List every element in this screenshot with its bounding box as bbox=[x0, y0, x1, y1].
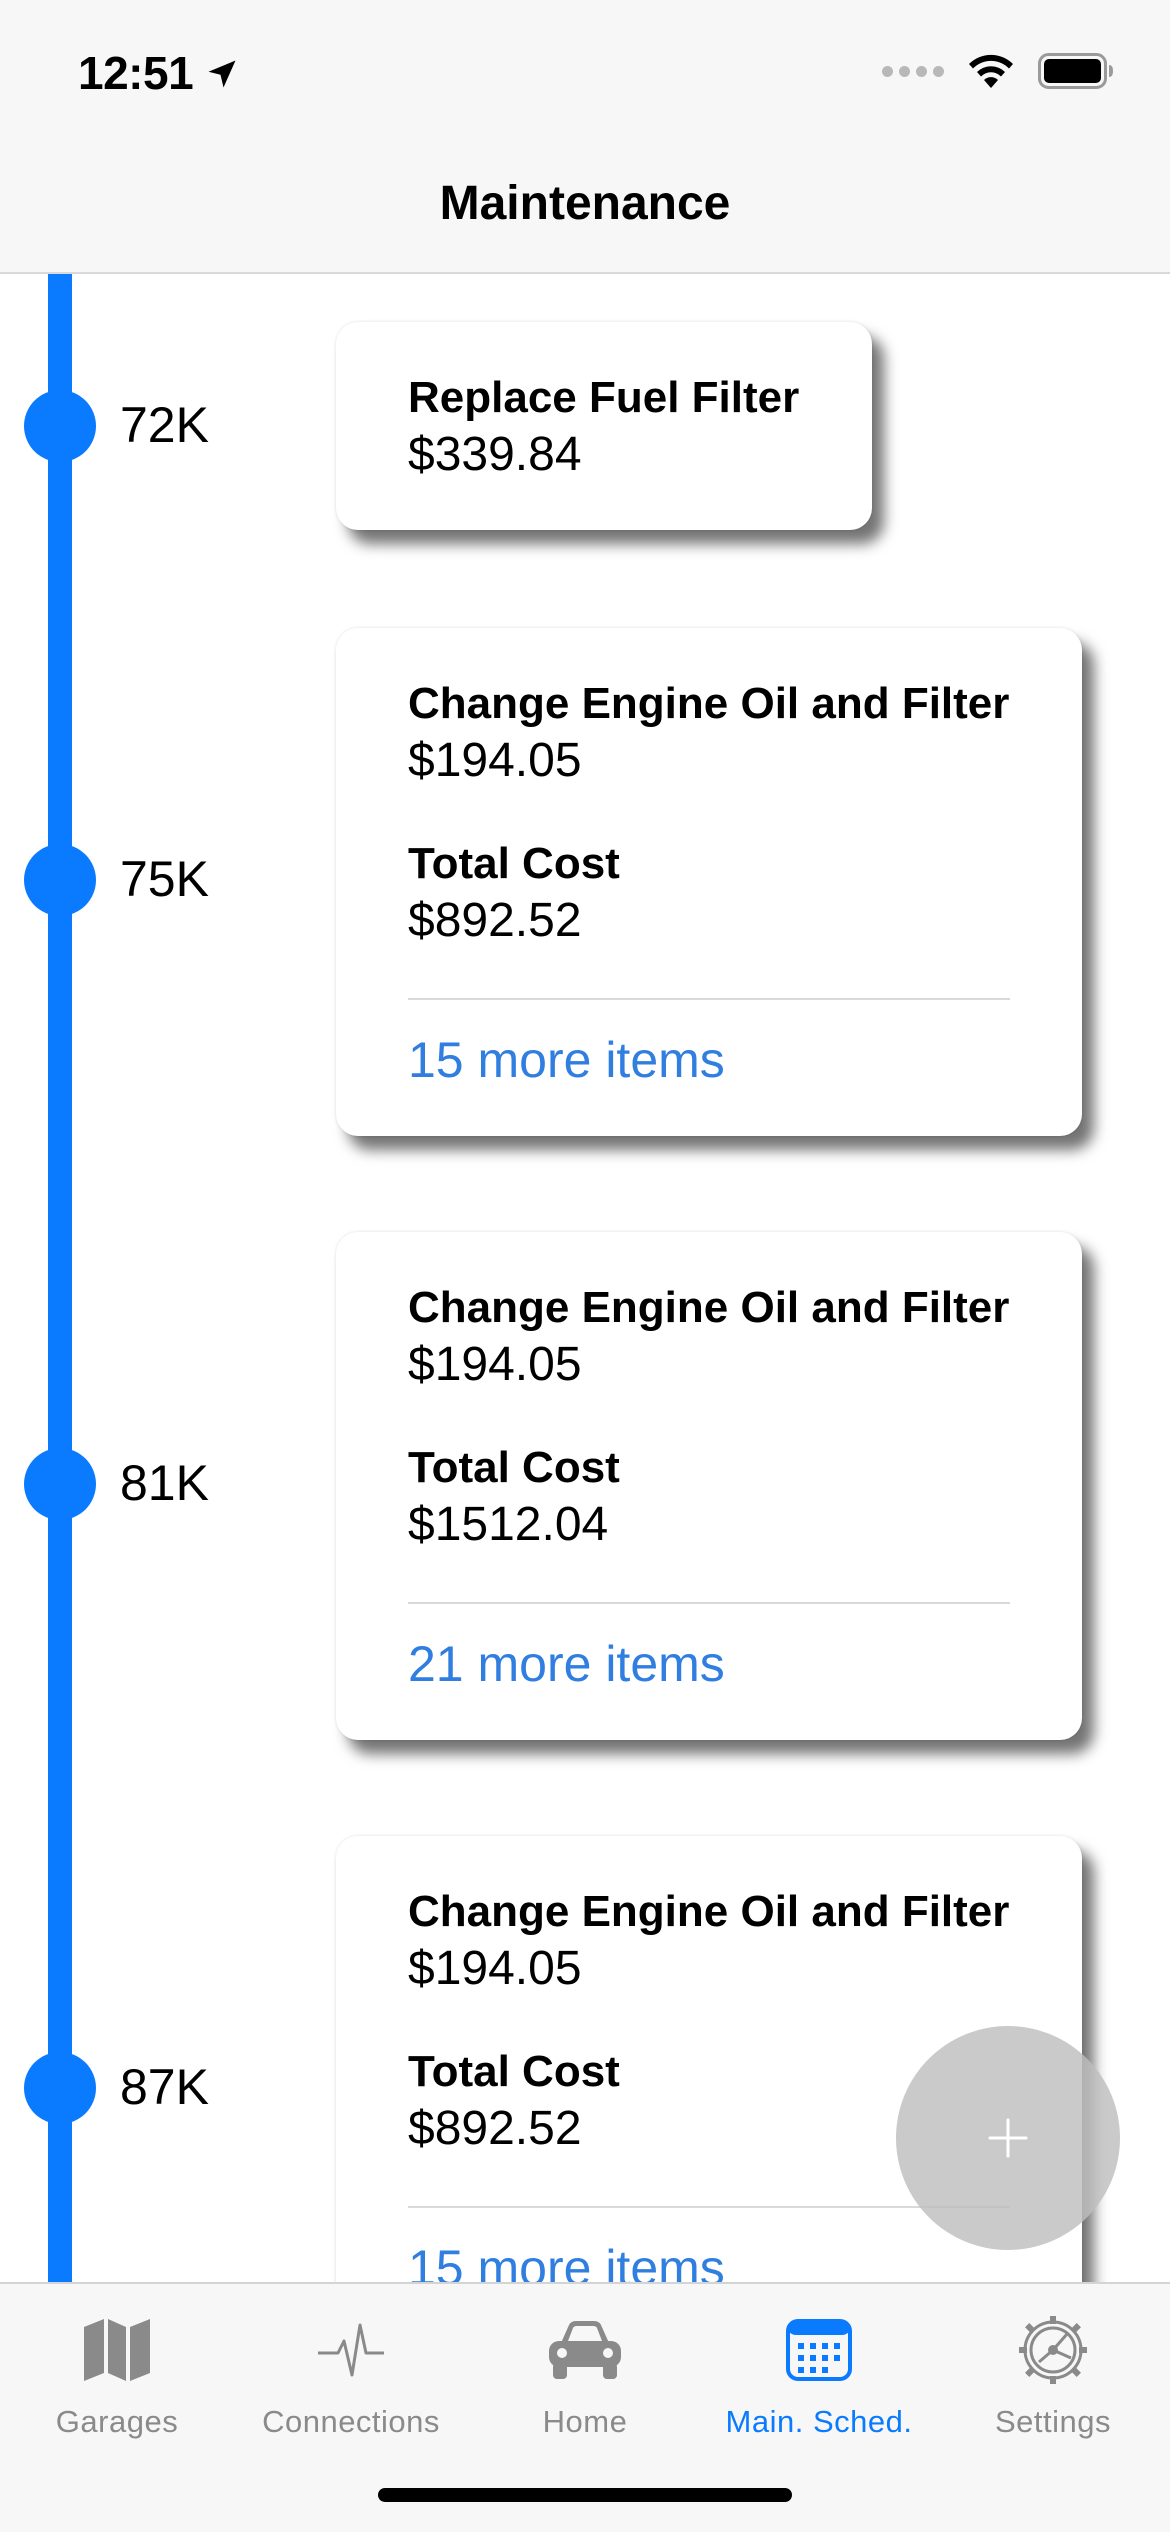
gear-icon bbox=[1019, 2316, 1087, 2384]
maintenance-screen: 12:51 Maintenance 72K Replace Fuel Filte… bbox=[0, 0, 1170, 2532]
map-icon bbox=[84, 2319, 150, 2381]
page-title: Maintenance bbox=[439, 177, 731, 230]
mileage-label: 72K bbox=[120, 397, 209, 453]
timeline-dot bbox=[24, 1448, 96, 1520]
tab-home[interactable]: Home bbox=[468, 2310, 702, 2440]
tab-label: Garages bbox=[55, 2404, 179, 2439]
service-item-price: $194.05 bbox=[408, 1338, 582, 1391]
cellular-signal-icon bbox=[882, 65, 944, 77]
status-time: 12:51 bbox=[78, 47, 194, 99]
home-indicator[interactable] bbox=[378, 2488, 792, 2502]
service-item-price: $339.84 bbox=[408, 428, 582, 481]
service-item-name: Change Engine Oil and Filter bbox=[408, 1887, 1010, 1936]
tab-label: Settings bbox=[994, 2404, 1111, 2439]
service-item-name: Change Engine Oil and Filter bbox=[408, 679, 1010, 728]
total-cost-value: $1512.04 bbox=[408, 1498, 609, 1551]
status-indicators bbox=[882, 52, 1114, 90]
plus-icon bbox=[988, 2118, 1028, 2158]
total-cost-label: Total Cost bbox=[408, 1443, 620, 1492]
tab-garages[interactable]: Garages bbox=[0, 2310, 234, 2440]
card-divider bbox=[408, 998, 1010, 1000]
more-items-link[interactable]: 15 more items bbox=[408, 1030, 1010, 1090]
maintenance-card[interactable]: Change Engine Oil and Filter $194.05 Tot… bbox=[336, 628, 1082, 1136]
more-items-link[interactable]: 15 more items bbox=[408, 2238, 1010, 2282]
service-item-name: Change Engine Oil and Filter bbox=[408, 1283, 1010, 1332]
service-item-price: $194.05 bbox=[408, 734, 582, 787]
total-cost-value: $892.52 bbox=[408, 894, 582, 947]
service-item-name: Replace Fuel Filter bbox=[408, 373, 800, 422]
total-cost-label: Total Cost bbox=[408, 839, 620, 888]
location-arrow-icon bbox=[208, 60, 236, 88]
timeline-line bbox=[48, 274, 72, 2282]
battery-icon bbox=[1038, 53, 1113, 89]
maintenance-timeline[interactable]: 72K Replace Fuel Filter $339.84 75K Chan… bbox=[0, 274, 1170, 2282]
card-divider bbox=[408, 1602, 1010, 1604]
tab-connections[interactable]: Connections bbox=[234, 2310, 468, 2440]
tab-settings[interactable]: Settings bbox=[936, 2310, 1170, 2440]
more-items-link[interactable]: 21 more items bbox=[408, 1634, 1010, 1694]
pulse-icon bbox=[318, 2323, 384, 2377]
tab-label: Connections bbox=[262, 2404, 440, 2439]
timeline-dot bbox=[24, 844, 96, 916]
tab-label: Home bbox=[542, 2404, 628, 2439]
add-maintenance-button[interactable] bbox=[896, 2026, 1120, 2250]
tab-main-sched[interactable]: Main. Sched. bbox=[702, 2310, 936, 2440]
mileage-label: 81K bbox=[120, 1455, 209, 1511]
wifi-icon bbox=[969, 54, 1013, 88]
mileage-label: 87K bbox=[120, 2059, 209, 2115]
car-icon bbox=[549, 2321, 621, 2379]
timeline-dot bbox=[24, 390, 96, 462]
tab-label: Main. Sched. bbox=[725, 2404, 913, 2439]
maintenance-card[interactable]: Change Engine Oil and Filter $194.05 Tot… bbox=[336, 1232, 1082, 1740]
service-item-price: $194.05 bbox=[408, 1942, 582, 1995]
timeline-dot bbox=[24, 2052, 96, 2124]
top-bar: 12:51 Maintenance bbox=[0, 0, 1170, 274]
maintenance-card[interactable]: Replace Fuel Filter $339.84 bbox=[336, 322, 872, 530]
calendar-icon bbox=[786, 2319, 852, 2381]
mileage-label: 75K bbox=[120, 851, 209, 907]
